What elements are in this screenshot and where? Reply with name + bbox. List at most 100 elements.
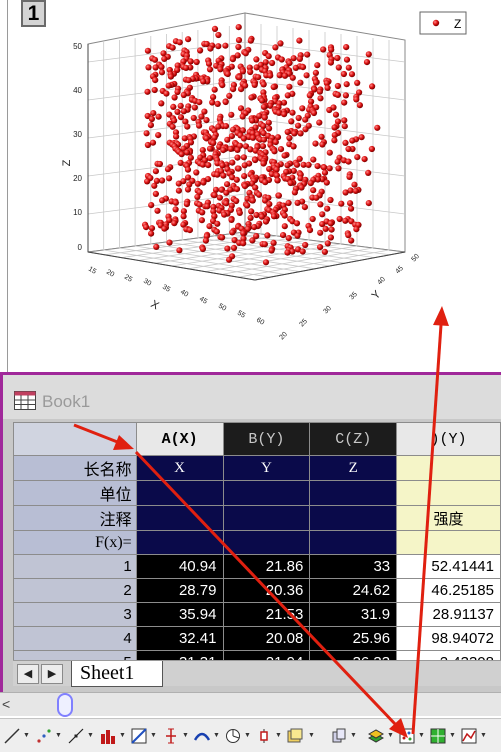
grid-corner[interactable] — [13, 422, 137, 456]
row-number[interactable]: 3 — [13, 602, 137, 627]
data-cell[interactable]: 21.53 — [222, 602, 311, 627]
sheet-prev-button[interactable]: ◀ — [17, 664, 39, 684]
row-label-fx[interactable]: F(x)= — [13, 530, 137, 555]
pie-icon[interactable] — [225, 728, 241, 744]
row-label-comments[interactable]: 注释 — [13, 505, 137, 531]
scatter-point — [293, 220, 301, 227]
fx-cell[interactable] — [222, 530, 311, 555]
scatter-point — [199, 209, 206, 216]
data-cell[interactable]: 33 — [309, 554, 398, 579]
matrix-icon[interactable] — [287, 728, 303, 744]
column-icon[interactable] — [100, 728, 116, 744]
worksheet-grid[interactable]: A(X) B(Y) C(Z) )(Y) 长名称 X Y Z 单位 注释 强度 F… — [13, 422, 501, 675]
long-name-cell[interactable] — [396, 455, 501, 481]
legend[interactable]: Z — [419, 11, 467, 35]
scroll-thumb[interactable] — [57, 693, 73, 717]
fx-cell[interactable] — [135, 530, 224, 555]
scatter-point — [342, 139, 349, 146]
scatter-point — [211, 192, 218, 199]
line-symbol-icon[interactable] — [68, 728, 84, 744]
long-name-cell[interactable]: Z — [309, 455, 398, 481]
scatter-point — [171, 94, 178, 101]
scatter-icon[interactable] — [36, 728, 52, 744]
sheet-tab[interactable]: Sheet1 — [71, 661, 163, 687]
chevron-down-icon[interactable]: ▼ — [87, 732, 94, 739]
row-label-units[interactable]: 单位 — [13, 480, 137, 506]
3d-scatter-icon[interactable] — [368, 728, 384, 744]
data-cell[interactable]: 32.41 — [135, 626, 224, 651]
data-cell[interactable]: 20.36 — [222, 578, 311, 603]
chevron-down-icon[interactable]: ▼ — [55, 732, 62, 739]
units-cell[interactable] — [222, 480, 311, 506]
data-cell[interactable]: 25.96 — [309, 626, 398, 651]
graph-window[interactable]: 1 50 40 30 20 10 0 Z 15 20 25 30 35 40 4… — [0, 0, 501, 372]
data-cell[interactable]: 28.91137 — [396, 602, 501, 627]
row-number[interactable]: 2 — [13, 578, 137, 603]
line-icon[interactable] — [4, 728, 20, 744]
sheet-next-button[interactable]: ▶ — [41, 664, 63, 684]
box-icon[interactable] — [256, 728, 272, 744]
scatter-point — [294, 199, 301, 206]
chevron-down-icon[interactable]: ▼ — [23, 732, 30, 739]
data-cell[interactable]: 98.94072 — [396, 626, 501, 651]
column-header-b[interactable]: B(Y) — [222, 422, 311, 456]
row-number[interactable]: 4 — [13, 626, 137, 651]
long-name-cell[interactable]: Y — [222, 455, 311, 481]
3d-scatter-plot[interactable]: 50 40 30 20 10 0 Z 15 20 25 30 35 40 45 … — [0, 0, 501, 372]
scatter-point — [185, 77, 192, 84]
units-cell[interactable] — [396, 480, 501, 506]
scatter-point — [354, 154, 361, 161]
fx-cell[interactable] — [396, 530, 501, 555]
chevron-down-icon[interactable]: ▼ — [350, 732, 357, 739]
data-cell[interactable]: 24.62 — [309, 578, 398, 603]
contour-icon[interactable] — [194, 728, 210, 744]
chevron-down-icon[interactable]: ▼ — [308, 732, 315, 739]
area-icon[interactable] — [131, 728, 147, 744]
chevron-down-icon[interactable]: ▼ — [119, 732, 126, 739]
column-header-c[interactable]: C(Z) — [309, 422, 398, 456]
chevron-down-icon[interactable]: ▼ — [418, 732, 425, 739]
workbook-window[interactable]: Book1 A(X) B(Y) C(Z) )(Y) 长名称 X Y Z 单位 注… — [0, 372, 501, 692]
column-header-d[interactable]: )(Y) — [396, 422, 501, 456]
units-cell[interactable] — [309, 480, 398, 506]
chevron-down-icon[interactable]: ▼ — [275, 732, 282, 739]
grid-icon[interactable] — [430, 728, 446, 744]
chevron-down-icon[interactable]: ▼ — [480, 732, 487, 739]
data-cell[interactable]: 40.94 — [135, 554, 224, 579]
chevron-down-icon[interactable]: ▼ — [387, 732, 394, 739]
data-cell[interactable]: 46.25185 — [396, 578, 501, 603]
data-cell[interactable]: 35.94 — [135, 602, 224, 627]
scatter-point — [334, 158, 341, 165]
error-bar-icon[interactable] — [163, 728, 179, 744]
row-label-long-name[interactable]: 长名称 — [13, 455, 137, 481]
scatter-point — [165, 82, 172, 89]
chevron-down-icon[interactable]: ▼ — [182, 732, 189, 739]
long-name-cell[interactable]: X — [135, 455, 224, 481]
scatter-point — [322, 225, 329, 232]
column-header-a[interactable]: A(X) — [135, 422, 224, 456]
chevron-down-icon[interactable]: ▼ — [449, 732, 456, 739]
comments-cell[interactable] — [135, 505, 224, 531]
graph-template-icon[interactable] — [461, 728, 477, 744]
comments-cell[interactable]: 强度 — [396, 505, 501, 531]
workbook-titlebar[interactable]: Book1 — [3, 375, 501, 419]
chevron-down-icon[interactable]: ▼ — [244, 732, 251, 739]
fx-cell[interactable] — [309, 530, 398, 555]
data-cell[interactable]: 31.9 — [309, 602, 398, 627]
data-cell[interactable]: 21.86 — [222, 554, 311, 579]
chevron-down-icon[interactable]: ▼ — [150, 732, 157, 739]
scroll-left-icon[interactable]: < — [2, 696, 10, 712]
data-cell[interactable]: 20.08 — [222, 626, 311, 651]
data-cell[interactable]: 28.79 — [135, 578, 224, 603]
comments-cell[interactable] — [309, 505, 398, 531]
3d-plot-icon[interactable] — [331, 728, 347, 744]
data-cell[interactable]: 52.41441 — [396, 554, 501, 579]
chevron-down-icon[interactable]: ▼ — [213, 732, 220, 739]
horizontal-scrollbar[interactable]: < — [0, 692, 501, 717]
surface-icon[interactable] — [399, 728, 415, 744]
row-number[interactable]: 1 — [13, 554, 137, 579]
comments-cell[interactable] — [222, 505, 311, 531]
units-cell[interactable] — [135, 480, 224, 506]
scatter-point — [235, 165, 242, 172]
scatter-point — [348, 205, 355, 212]
